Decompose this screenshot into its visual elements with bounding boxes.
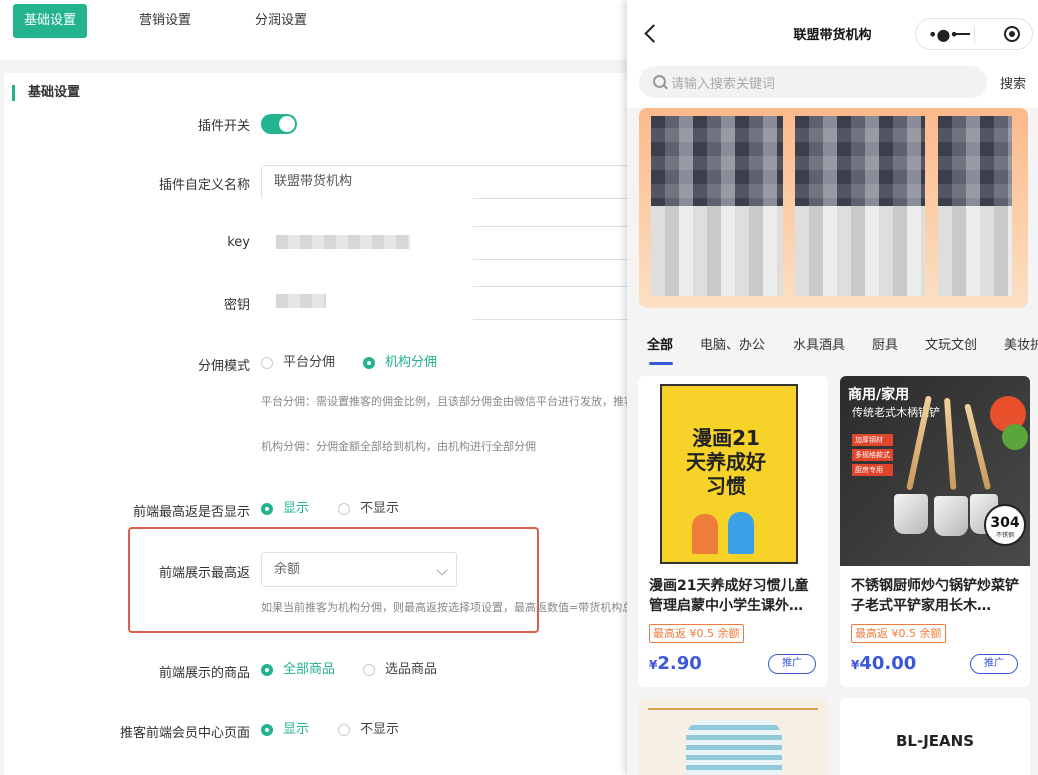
phone-preview: 联盟带货机构 •●• 请输入搜索关键词 搜索 全部 电脑、办公 水具酒具 厨具 … (627, 0, 1038, 775)
hint-max-return: 如果当前推客为机构分佣，则最高返按选择项设置，最高返数值=带货机构总佣 (261, 601, 645, 614)
spatula-handle (944, 397, 957, 490)
product-image: BL-JEANS (840, 698, 1030, 775)
product-card[interactable]: 商用/家用 传统老式木柄锅铲 加厚钢材 多规格款式 厨房专用 304 不锈钢 不… (840, 376, 1030, 687)
max-return-select[interactable]: 余额 (261, 552, 457, 587)
product-price: ¥2.90 (649, 653, 702, 674)
custom-name-input[interactable]: 联盟带货机构 (261, 165, 641, 199)
hanger-rail (648, 708, 818, 710)
plugin-switch-toggle[interactable] (261, 114, 297, 134)
show-max-return-label: 前端最高返是否显示 (132, 505, 250, 520)
radio-hide-max-return[interactable]: 不显示 (338, 500, 399, 518)
custom-name-label: 插件自定义名称 (158, 178, 250, 193)
radio-dot (338, 724, 350, 736)
category-active-underline (649, 362, 673, 365)
radio-dot (261, 503, 273, 515)
radio-all-products[interactable]: 全部商品 (261, 661, 335, 679)
banner-pixelated-panel (938, 116, 1012, 296)
kid-figure (692, 514, 718, 554)
radio-show-max-return[interactable]: 显示 (261, 500, 309, 518)
search-placeholder: 请输入搜索关键词 (671, 77, 776, 92)
product-image: 商用/家用 传统老式木柄锅铲 加厚钢材 多规格款式 厨房专用 304 不锈钢 (840, 376, 1030, 566)
plugin-switch-label: 插件开关 (197, 119, 250, 134)
max-return-tag: 最高返 ¥0.5 余额 (851, 624, 946, 643)
secret-masked-value (276, 294, 326, 308)
product-image: 漫画21天养成好习惯 (638, 376, 828, 566)
cover-title: 商用/家用 (848, 387, 910, 403)
banner-image[interactable] (639, 108, 1028, 308)
product-image (638, 698, 828, 775)
radio-dot (363, 357, 375, 369)
commission-mode-label: 分佣模式 (197, 359, 250, 374)
key-masked-value (276, 235, 410, 249)
product-name: 不锈钢厨师炒勺锅铲炒菜铲子老式平铲家用长木… (851, 578, 1019, 614)
tab-profit-settings[interactable]: 分润设置 (244, 4, 318, 38)
member-page-label: 推客前端会员中心页面 (119, 726, 250, 741)
close-target-icon[interactable] (1004, 26, 1020, 42)
display-products-label: 前端展示的商品 (158, 666, 250, 681)
radio-show-member-page[interactable]: 显示 (261, 721, 309, 739)
promote-button[interactable]: 推广 (768, 654, 816, 674)
category-tab-all[interactable]: 全部 (647, 334, 673, 353)
radio-org-commission[interactable]: 机构分佣 (363, 354, 437, 372)
radio-hide-member-page[interactable]: 不显示 (338, 721, 399, 739)
banner-pixelated-panel (651, 116, 783, 296)
category-tab-drinkware[interactable]: 水具酒具 (793, 334, 845, 353)
radio-dot (261, 357, 273, 369)
product-card[interactable]: BL-JEANS (840, 698, 1030, 775)
radio-platform-commission[interactable]: 平台分佣 (261, 354, 335, 372)
secret-label: 密钥 (223, 298, 250, 313)
category-tab-computer[interactable]: 电脑、办公 (700, 334, 765, 353)
toggle-knob (279, 116, 295, 132)
radio-dot (338, 503, 350, 515)
vegetable-decoration (1002, 424, 1028, 450)
book-cover: 漫画21天养成好习惯 (660, 384, 798, 564)
cover-badges: 加厚钢材 多规格款式 厨房专用 (852, 434, 893, 479)
section-title: 基础设置 (12, 85, 80, 101)
tab-marketing-settings[interactable]: 营销设置 (128, 4, 202, 38)
capsule-divider (974, 27, 975, 43)
spatula-head (934, 496, 968, 536)
minimize-icon[interactable] (956, 33, 970, 35)
max-return-tag: 最高返 ¥0.5 余额 (649, 624, 744, 643)
stainless-badge: 304 不锈钢 (984, 504, 1026, 546)
spatula-head (894, 494, 928, 534)
category-tabs: 全部 电脑、办公 水具酒具 厨具 文玩文创 美妆护 (627, 322, 1038, 365)
product-price: ¥40.00 (851, 653, 917, 674)
sweater-garment (686, 720, 782, 775)
brand-text: BL-JEANS (895, 732, 974, 750)
product-card[interactable]: 漫画21天养成好习惯 漫画21天养成好习惯儿童管理启蒙中小学生课外… 最高返 ¥… (638, 376, 828, 687)
category-tab-kitchen[interactable]: 厨具 (872, 334, 898, 353)
chevron-down-icon (436, 564, 448, 576)
kid-figure (728, 512, 754, 554)
hint-org-commission: 机构分佣：分佣金额全部给到机构，由机构进行全部分佣 (261, 440, 536, 453)
search-icon (653, 75, 666, 88)
book-cover-title: 漫画21天养成好习惯 (686, 426, 766, 498)
radio-selected-products[interactable]: 选品商品 (363, 661, 437, 679)
display-max-return-label: 前端展示最高返 (158, 566, 250, 581)
radio-dot (261, 664, 273, 676)
category-tab-stationery[interactable]: 文玩文创 (925, 334, 977, 353)
mini-program-capsule: •●• (915, 18, 1033, 50)
banner-pixelated-panel (795, 116, 925, 296)
key-label: key (227, 235, 250, 250)
phone-search-button[interactable]: 搜索 (1000, 73, 1026, 92)
product-name: 漫画21天养成好习惯儿童管理启蒙中小学生课外… (649, 578, 809, 614)
category-tab-beauty[interactable]: 美妆护 (1004, 334, 1038, 353)
tab-basic-settings[interactable]: 基础设置 (13, 4, 88, 38)
product-card[interactable] (638, 698, 828, 775)
spatula-handle (964, 403, 992, 491)
radio-dot (363, 664, 375, 676)
phone-search-input[interactable]: 请输入搜索关键词 (639, 66, 987, 98)
promote-button[interactable]: 推广 (970, 654, 1018, 674)
radio-dot (261, 724, 273, 736)
more-dots-icon[interactable]: •●• (928, 25, 959, 44)
hint-platform-commission: 平台分佣：需设置推客的佣金比例，且该部分佣金由微信平台进行发放，推客 (261, 395, 635, 408)
